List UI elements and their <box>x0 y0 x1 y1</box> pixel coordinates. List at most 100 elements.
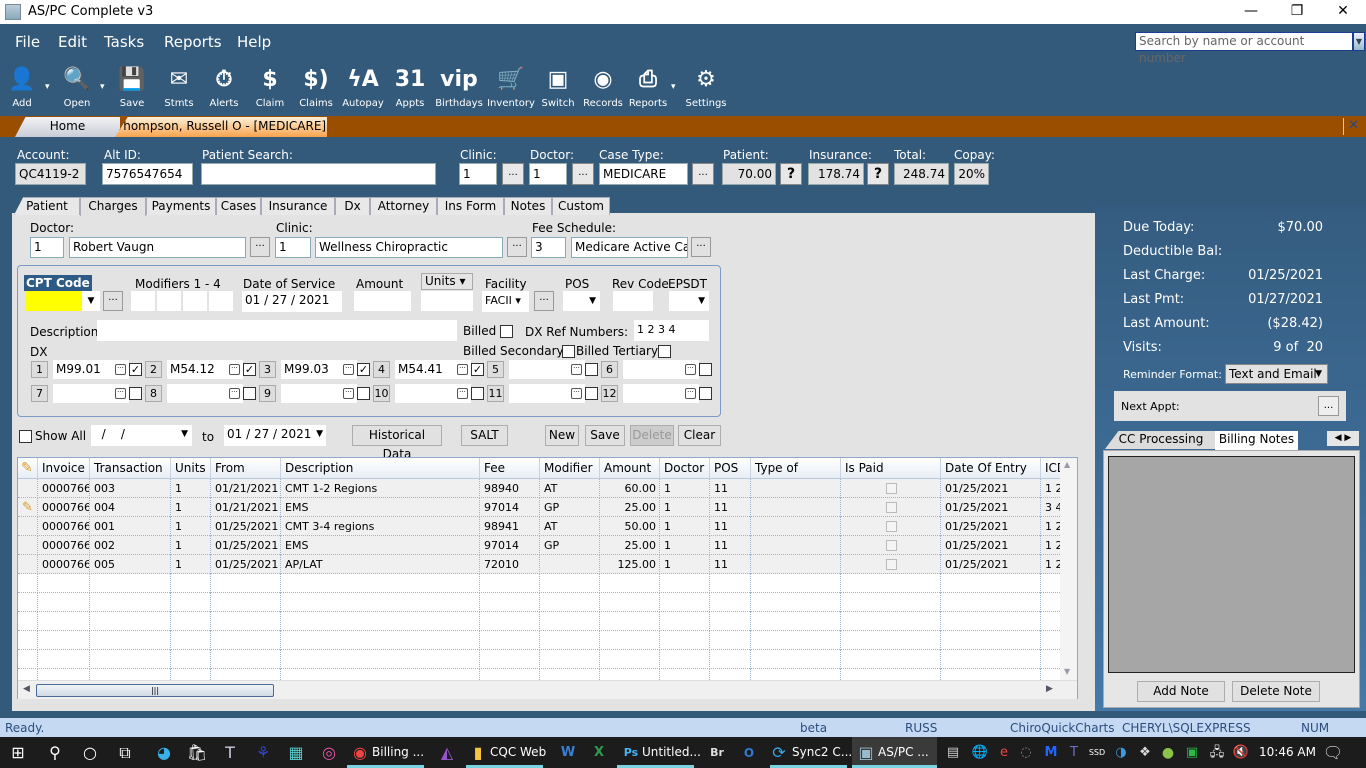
from-date-picker[interactable]: / / ▼ <box>91 425 192 446</box>
action-center-icon[interactable]: 🗨 <box>1322 743 1344 763</box>
cell-invoice[interactable]: 0000766 <box>37 498 89 517</box>
billing-notes-area[interactable] <box>1108 456 1355 673</box>
close-tab-icon[interactable]: ✕ <box>1343 118 1363 135</box>
empty-cell[interactable] <box>539 574 599 593</box>
scroll-right-icon[interactable]: ▶ <box>1046 684 1053 694</box>
table-row[interactable] <box>18 612 1060 631</box>
empty-cell[interactable] <box>1040 631 1060 650</box>
patient-global-search-input[interactable]: Search by name or account number <box>1135 32 1353 65</box>
cell-date-of-entry[interactable]: 01/25/2021 <box>940 555 1040 574</box>
cell-pos[interactable]: 11 <box>709 498 750 517</box>
empty-cell[interactable] <box>479 574 539 593</box>
toolbar-settings-button[interactable]: ⚙ Settings <box>681 64 731 112</box>
dx-lookup-icon[interactable]: ··· <box>343 388 354 399</box>
reminder-format-dropdown[interactable]: Text and Email ▼ <box>1225 364 1328 384</box>
empty-cell[interactable] <box>940 669 1040 680</box>
empty-cell[interactable] <box>37 669 89 680</box>
cell-amount[interactable]: 60.00 <box>599 479 659 498</box>
facility-dropdown[interactable]: FACII ▾ <box>482 291 529 312</box>
toolbar-claims-button[interactable]: $) Claims <box>291 64 341 112</box>
cell-amount[interactable]: 125.00 <box>599 555 659 574</box>
cell-invoice[interactable]: 0000766 <box>37 536 89 555</box>
toolbar-switch-button[interactable]: ▣ Switch <box>533 64 583 112</box>
dx-include-checkbox-12[interactable] <box>699 387 712 400</box>
tab-billing-notes[interactable]: Billing Notes <box>1215 431 1298 450</box>
dx-lookup-icon[interactable]: ··· <box>115 364 126 375</box>
scroll-down-icon[interactable]: ▼ <box>1064 667 1070 676</box>
column-header-amount[interactable]: Amount <box>599 458 659 479</box>
menu-file[interactable]: File <box>15 33 40 51</box>
column-header-invoice[interactable]: Invoice <box>37 458 89 479</box>
tray-malwarebytes-icon[interactable]: M <box>1040 743 1062 763</box>
cell-transaction[interactable]: 005 <box>89 555 170 574</box>
tray-sync-info-icon[interactable]: ◑ <box>1110 743 1132 763</box>
search-icon[interactable]: ⚲ <box>44 743 66 763</box>
cell-pos[interactable]: 11 <box>709 479 750 498</box>
aspc-app-icon[interactable]: ▣ <box>855 743 877 763</box>
empty-cell[interactable] <box>599 650 659 669</box>
tray-network-icon[interactable]: 🖧 <box>1206 743 1228 763</box>
empty-cell[interactable] <box>750 574 840 593</box>
edge-icon[interactable]: ◕ <box>153 743 175 763</box>
vertical-scrollbar[interactable]: ▲ ▼ <box>1060 458 1077 680</box>
cpt-code-input[interactable] <box>25 291 82 311</box>
tray-green-ball-icon[interactable]: ● <box>1157 743 1179 763</box>
outlook-icon[interactable]: O <box>738 743 760 763</box>
tab-insurance[interactable]: Insurance <box>261 197 335 215</box>
billed-tertiary-checkbox[interactable] <box>658 345 671 358</box>
cell-amount[interactable]: 50.00 <box>599 517 659 536</box>
empty-cell[interactable] <box>539 612 599 631</box>
units-dropdown[interactable]: Units ▾ <box>421 273 473 290</box>
pos-dropdown[interactable]: ▼ <box>563 291 600 311</box>
tray-apple-icon[interactable]: ◌ <box>1015 743 1037 763</box>
empty-cell[interactable] <box>280 574 479 593</box>
tray-teams-icon[interactable]: T <box>1063 743 1085 763</box>
table-row[interactable] <box>18 669 1060 680</box>
cell-doctor[interactable]: 1 <box>659 517 709 536</box>
modifier-1-input[interactable] <box>131 291 155 311</box>
cell-pos[interactable]: 11 <box>709 536 750 555</box>
empty-cell[interactable] <box>170 612 210 631</box>
cell-fee-code[interactable]: 98941 <box>479 517 539 536</box>
empty-cell[interactable] <box>599 631 659 650</box>
tab-dx[interactable]: Dx <box>335 197 370 215</box>
clinic-lookup-button[interactable]: ... <box>502 163 524 185</box>
empty-cell[interactable] <box>280 612 479 631</box>
empty-cell[interactable] <box>659 631 709 650</box>
empty-cell[interactable] <box>659 650 709 669</box>
is-paid-checkbox-box[interactable] <box>886 502 897 513</box>
empty-cell[interactable] <box>89 574 170 593</box>
empty-cell[interactable] <box>659 612 709 631</box>
empty-cell[interactable] <box>840 574 940 593</box>
toolbar-add-button[interactable]: 👤 Add <box>0 64 47 112</box>
cell-fee-code[interactable]: 98940 <box>479 479 539 498</box>
table-row[interactable] <box>18 593 1060 612</box>
tab-cases[interactable]: Cases <box>216 197 261 215</box>
empty-cell[interactable] <box>840 631 940 650</box>
is-paid-checkbox[interactable] <box>840 498 940 517</box>
empty-cell[interactable] <box>479 593 539 612</box>
charge-clinic-name[interactable]: Wellness Chiropractic <box>315 237 503 258</box>
toolbar-autopay-button[interactable]: ϟA Autopay <box>338 64 388 112</box>
column-header-units[interactable]: Units <box>170 458 210 479</box>
cell-icd[interactable]: 1 2 <box>1040 555 1060 574</box>
word-icon[interactable]: W <box>557 743 579 763</box>
empty-cell[interactable] <box>840 612 940 631</box>
dx-include-checkbox-5[interactable] <box>585 363 598 376</box>
patient-balance-help-button[interactable]: ? <box>780 163 802 185</box>
is-paid-checkbox[interactable] <box>840 536 940 555</box>
modifier-3-input[interactable] <box>183 291 207 311</box>
clear-button[interactable]: Clear <box>678 425 721 446</box>
dx-lookup-icon[interactable]: ··· <box>457 388 468 399</box>
empty-cell[interactable] <box>709 631 750 650</box>
cell-type-of-service[interactable] <box>750 517 840 536</box>
cell-invoice[interactable]: 0000766 <box>37 555 89 574</box>
tray-lock-icon[interactable]: e <box>993 743 1015 763</box>
edit-pencil-icon[interactable]: ✎ <box>18 498 37 517</box>
empty-cell[interactable] <box>539 593 599 612</box>
row-selector[interactable] <box>18 593 37 612</box>
tab-notes[interactable]: Notes <box>504 197 552 215</box>
dx-ref-input[interactable]: 1 2 3 4 <box>634 320 709 341</box>
is-paid-checkbox-box[interactable] <box>886 483 897 494</box>
save-charge-button[interactable]: Save <box>585 425 625 446</box>
